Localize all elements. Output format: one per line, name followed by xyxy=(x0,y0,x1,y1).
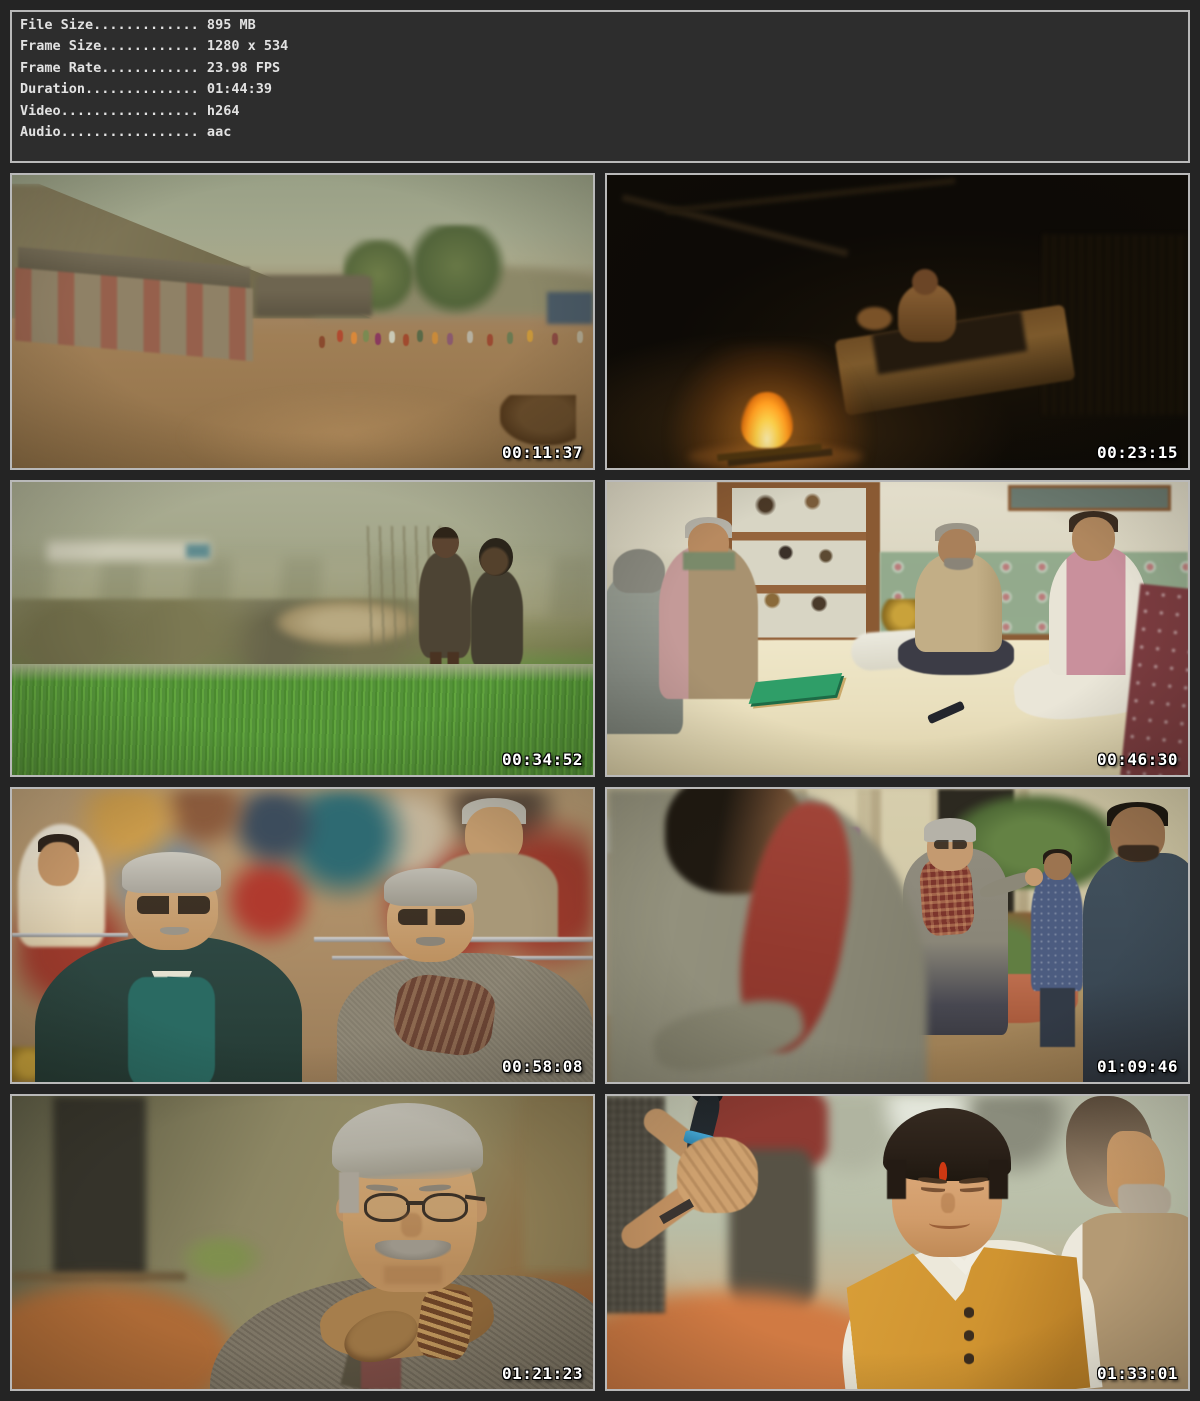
blurred-ledge xyxy=(12,1272,186,1281)
distant-blue-door xyxy=(186,544,209,559)
boy-two-body xyxy=(471,570,523,670)
microphone-scene xyxy=(607,1096,1188,1389)
villagers-crowd xyxy=(337,330,343,342)
timestamp-overlay: 00:23:15 xyxy=(1097,443,1178,462)
tweed-man-hair xyxy=(384,868,477,906)
glasses-bridge xyxy=(406,1201,425,1205)
truck xyxy=(547,292,593,324)
kurta-man-legs xyxy=(1040,988,1075,1047)
boy-two-head xyxy=(479,538,514,576)
sideburn xyxy=(989,1160,1008,1198)
village-scene xyxy=(12,175,593,468)
blurred-doorway xyxy=(53,1096,146,1278)
kurta-man-head xyxy=(1044,853,1071,879)
screenshot-grid: 00:11:37 00:23:15 xyxy=(10,173,1190,1391)
elder-man-hair xyxy=(924,818,976,841)
roof-beam xyxy=(666,177,956,213)
vest-buttons xyxy=(964,1301,973,1371)
timestamp-overlay: 01:33:01 xyxy=(1097,1364,1178,1383)
info-line-file-size: File Size............. 895 MB xyxy=(20,15,1180,36)
video-screenshot-7: 01:21:23 xyxy=(10,1094,595,1391)
suit-man-sweater xyxy=(128,977,215,1084)
campfire-flames xyxy=(741,392,793,448)
child-on-cot xyxy=(857,307,892,330)
info-line-duration: Duration.............. 01:44:39 xyxy=(20,79,1180,100)
info-line-audio: Audio................. aac xyxy=(20,122,1180,143)
info-line-frame-rate: Frame Rate............ 23.98 FPS xyxy=(20,58,1180,79)
man-one-hair xyxy=(613,549,665,593)
timestamp-overlay: 00:46:30 xyxy=(1097,750,1178,769)
heavyset-man-body xyxy=(1083,853,1190,1084)
info-line-frame-size: Frame Size............ 1280 x 534 xyxy=(20,36,1180,57)
sideburn xyxy=(339,1172,359,1213)
video-screenshot-8: 01:33:01 xyxy=(605,1094,1190,1391)
media-info-panel: File Size............. 895 MB Frame Size… xyxy=(10,10,1190,163)
field-scene xyxy=(12,482,593,775)
boy-one-head xyxy=(432,527,459,558)
hut xyxy=(256,275,372,316)
man-two-scarf xyxy=(683,552,735,570)
tweed-man-mustache xyxy=(416,937,445,946)
chin-shadow xyxy=(384,1266,442,1284)
elder-man-hand xyxy=(1025,868,1042,886)
tree xyxy=(407,225,506,316)
video-screenshot-4: 00:46:30 xyxy=(605,480,1190,777)
boy-one-body xyxy=(419,552,471,657)
timestamp-overlay: 00:58:08 xyxy=(502,1057,583,1076)
timestamp-overlay: 01:09:46 xyxy=(1097,1057,1178,1076)
blurred-wall xyxy=(523,1096,593,1272)
suit-man-glasses xyxy=(137,896,210,914)
glasses-right-lens xyxy=(422,1193,468,1222)
wall-picture xyxy=(1008,485,1171,511)
video-screenshot-2: 00:23:15 xyxy=(605,173,1190,470)
video-screenshot-3: 00:34:52 xyxy=(10,480,595,777)
blue-kurta-man xyxy=(1031,868,1083,991)
gray-walrus-mustache xyxy=(375,1240,451,1261)
night-campfire-scene xyxy=(607,175,1188,468)
man-head xyxy=(912,269,938,295)
tweed-man-glasses xyxy=(398,909,465,925)
timestamp-overlay: 01:21:23 xyxy=(502,1364,583,1383)
timestamp-overlay: 00:34:52 xyxy=(502,750,583,769)
sideburn xyxy=(887,1160,906,1198)
blurred-plant xyxy=(175,1231,268,1284)
dirt-path-highlight xyxy=(175,386,524,470)
suit-man-hair xyxy=(122,852,221,893)
portrait-scene xyxy=(12,1096,593,1389)
blurred-brick-wall xyxy=(10,1284,233,1391)
video-screenshot-5: 00:58:08 xyxy=(10,787,595,1084)
nose-shadow xyxy=(401,1213,421,1236)
wooden-cart xyxy=(500,395,576,445)
video-screenshot-1: 00:11:37 xyxy=(10,173,595,470)
woman-face xyxy=(38,842,79,886)
audience-scene xyxy=(12,789,593,1082)
man-three-beard xyxy=(944,558,973,570)
info-line-video: Video................. h264 xyxy=(20,101,1180,122)
timestamp-overlay: 00:11:37 xyxy=(502,443,583,462)
elder-man-glasses xyxy=(934,840,967,849)
courtyard-scene xyxy=(607,789,1188,1082)
living-room-scene xyxy=(607,482,1188,775)
video-screenshot-6: 01:09:46 xyxy=(605,787,1190,1084)
nose-shadow xyxy=(941,1193,955,1214)
man-four-head xyxy=(1072,517,1116,561)
steel-railing xyxy=(12,933,128,937)
distant-building xyxy=(47,541,210,562)
screenshot-sheet: File Size............. 895 MB Frame Size… xyxy=(0,0,1200,1401)
swept-gray-hair xyxy=(332,1103,483,1179)
